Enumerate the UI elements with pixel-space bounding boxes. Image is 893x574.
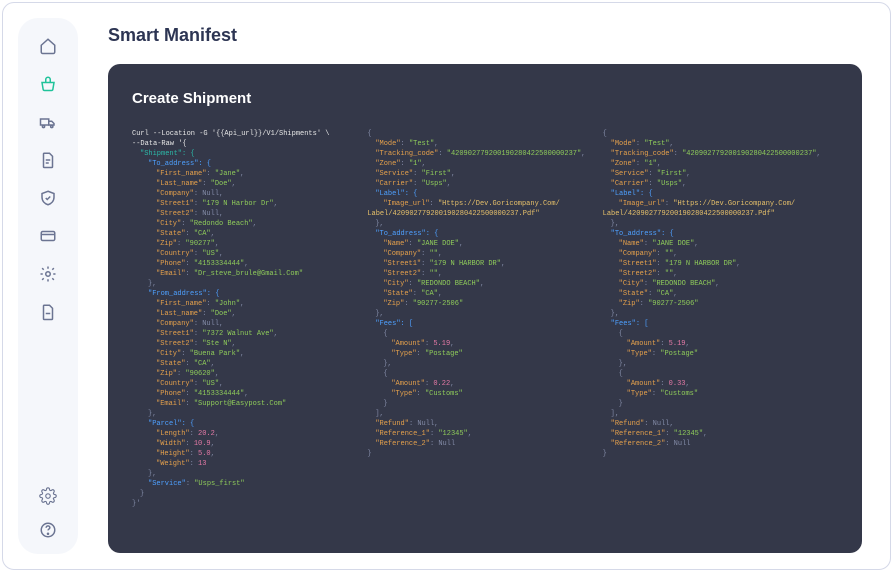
main-content: Smart Manifest Create Shipment Curl --Lo…	[88, 3, 890, 569]
home-icon[interactable]	[38, 36, 58, 56]
data-raw: --Data-Raw '{	[132, 140, 187, 148]
truck-icon[interactable]	[38, 112, 58, 132]
shipment-key: "Shipment": {	[140, 150, 195, 158]
from-addr-key: "From_address": {	[148, 290, 219, 298]
gear-icon[interactable]	[38, 264, 58, 284]
card-icon[interactable]	[38, 226, 58, 246]
code-panel: Create Shipment Curl --Location -G '{{Ap…	[108, 64, 862, 553]
document-icon[interactable]	[38, 150, 58, 170]
code-col-response-1: { "Mode": "Test", "Tracking_code": "4209…	[367, 129, 602, 509]
code-columns: Curl --Location -G '{{Api_url}}/V1/Shipm…	[132, 129, 838, 509]
shield-icon[interactable]	[38, 188, 58, 208]
curl-cmd: Curl --Location -G '{{Api_url}}/V1/Shipm…	[132, 130, 329, 138]
app-frame: Smart Manifest Create Shipment Curl --Lo…	[2, 2, 891, 570]
sidebar	[18, 18, 78, 554]
file-icon[interactable]	[38, 302, 58, 322]
page-title: Smart Manifest	[108, 25, 862, 46]
basket-icon[interactable]	[38, 74, 58, 94]
code-col-response-2: { "Mode": "Test", "Tracking_code": "4209…	[603, 129, 838, 509]
settings-icon[interactable]	[38, 486, 58, 506]
panel-title: Create Shipment	[132, 90, 838, 107]
to-addr-key: "To_address": {	[148, 160, 211, 168]
parcel-key: "Parcel": {	[148, 420, 194, 428]
help-icon[interactable]	[38, 520, 58, 540]
code-col-request: Curl --Location -G '{{Api_url}}/V1/Shipm…	[132, 129, 367, 509]
